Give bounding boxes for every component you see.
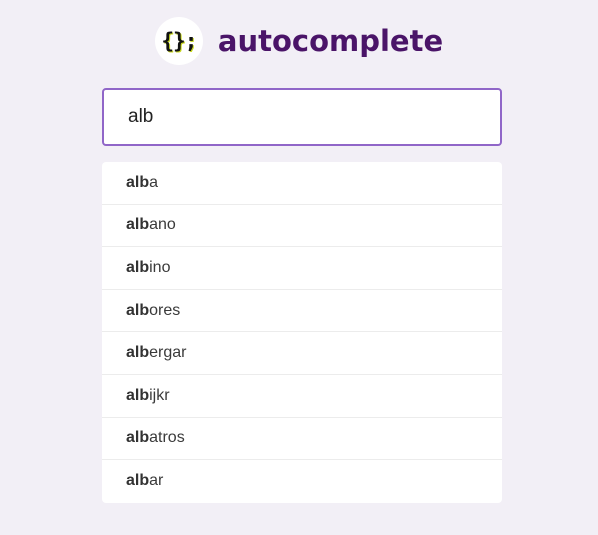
suggestion-item[interactable]: alb ijkr bbox=[102, 375, 502, 418]
logo-braces-icon: {}; bbox=[161, 29, 197, 53]
suggestion-item[interactable]: alb ores bbox=[102, 290, 502, 333]
suggestion-match: alb bbox=[126, 386, 150, 404]
suggestion-match: alb bbox=[126, 258, 150, 276]
search-box[interactable] bbox=[102, 88, 502, 146]
suggestion-item[interactable]: alb atros bbox=[102, 418, 502, 461]
suggestion-rest: ores bbox=[149, 301, 181, 319]
suggestion-match: alb bbox=[126, 216, 150, 234]
page-title: autocomplete bbox=[217, 24, 444, 58]
suggestion-rest: ano bbox=[149, 216, 176, 234]
suggestion-item[interactable]: alb ano bbox=[102, 205, 502, 248]
suggestion-rest: ergar bbox=[149, 344, 187, 362]
suggestion-rest: a bbox=[149, 173, 159, 191]
suggestion-match: alb bbox=[126, 344, 150, 362]
search-input[interactable] bbox=[128, 106, 468, 128]
suggestion-item[interactable]: alb ino bbox=[102, 247, 502, 290]
suggestion-rest: ar bbox=[149, 472, 164, 490]
suggestion-match: alb bbox=[126, 173, 150, 191]
suggestion-rest: ino bbox=[149, 258, 171, 276]
suggestion-item[interactable]: alb a bbox=[102, 162, 502, 205]
suggestion-match: alb bbox=[126, 301, 150, 319]
suggestion-rest: atros bbox=[149, 429, 185, 447]
header: {}; autocomplete bbox=[0, 16, 598, 66]
suggestion-list: alb a alb ano alb ino alb ores alb ergar alb i… bbox=[102, 162, 502, 503]
suggestion-item[interactable]: alb ergar bbox=[102, 332, 502, 375]
logo: {}; bbox=[154, 17, 203, 65]
suggestion-item[interactable]: alb ar bbox=[102, 460, 502, 503]
suggestion-rest: ijkr bbox=[149, 386, 170, 404]
suggestion-match: alb bbox=[126, 472, 150, 490]
suggestion-match: alb bbox=[126, 429, 150, 447]
